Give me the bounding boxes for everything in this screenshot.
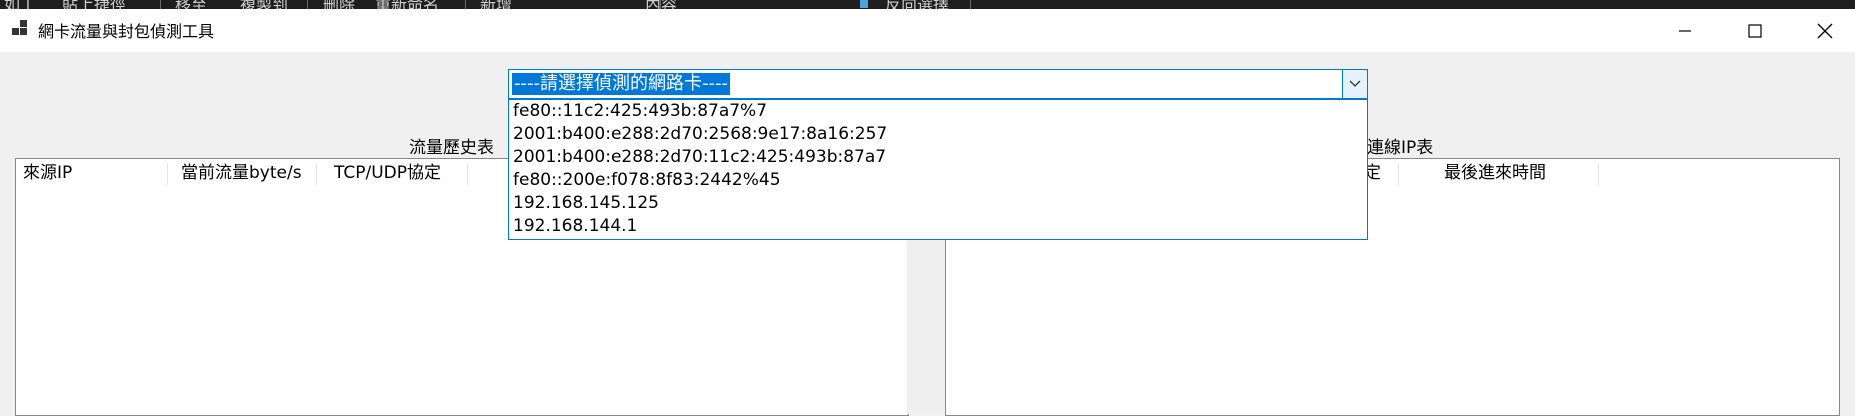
bg-toolbar-separator [970, 0, 971, 9]
bg-toolbar-item: 新增 [480, 0, 512, 9]
adapter-option[interactable]: 192.168.145.125 [509, 192, 1367, 215]
adapter-select[interactable]: ----請選擇偵測的網路卡---- [508, 69, 1368, 99]
connection-ip-label: 連線IP表 [1367, 138, 1434, 158]
bg-toolbar-item: 貼上捷徑 [62, 0, 126, 9]
maximize-icon [1748, 23, 1762, 38]
maximize-button[interactable] [1720, 9, 1790, 52]
column-header-protocol[interactable]: TCP/UDP協定 [334, 159, 441, 188]
bg-toolbar-item: 複製到 [240, 0, 288, 9]
column-divider[interactable] [1598, 163, 1599, 185]
column-divider[interactable] [467, 163, 468, 185]
background-toolbar-strip: 如工 貼上捷徑 移至 複製到 刪除 重新命名 新增 內容 反向選擇 [0, 0, 1855, 9]
minimize-button[interactable] [1650, 9, 1720, 52]
bg-toolbar-item: 如工 [4, 0, 36, 9]
adapter-select-toggle[interactable] [1342, 70, 1367, 98]
window-title: 網卡流量與封包偵測工具 [38, 22, 215, 41]
bg-toolbar-separator [465, 0, 466, 9]
bg-toolbar-item: 重新命名 [375, 0, 439, 9]
column-divider[interactable] [167, 163, 168, 185]
adapter-select-value: ----請選擇偵測的網路卡---- [512, 73, 730, 95]
adapter-option[interactable]: fe80::200e:f078:8f83:2442%45 [509, 169, 1367, 192]
column-divider[interactable] [316, 163, 317, 185]
bg-toolbar-separator [307, 0, 308, 9]
adapter-option[interactable]: 192.168.144.1 [509, 215, 1367, 238]
column-header-last-seen[interactable]: 最後進來時間 [1444, 159, 1546, 188]
adapter-option[interactable]: 2001:b400:e288:2d70:11c2:425:493b:87a7 [509, 146, 1367, 169]
adapter-option[interactable]: 2001:b400:e288:2d70:2568:9e17:8a16:257 [509, 123, 1367, 146]
minimize-icon [1679, 29, 1691, 32]
close-icon [1817, 23, 1833, 38]
adapter-option[interactable]: fe80::11c2:425:493b:87a7%7 [509, 100, 1367, 123]
bg-toolbar-item: 刪除 [323, 0, 355, 9]
app-icon [12, 20, 28, 36]
traffic-history-label: 流量歷史表 [409, 138, 494, 158]
bg-toolbar-separator [160, 0, 161, 9]
column-header-current-traffic[interactable]: 當前流量byte/s [181, 159, 302, 188]
window-titlebar[interactable] [0, 9, 1855, 52]
bg-toolbar-item: 反向選擇 [885, 0, 949, 9]
chevron-down-icon [1349, 80, 1361, 87]
close-button[interactable] [1790, 9, 1855, 52]
select-icon [860, 0, 868, 8]
adapter-dropdown-list[interactable]: fe80::11c2:425:493b:87a7%7 2001:b400:e28… [508, 99, 1368, 240]
column-divider[interactable] [1398, 163, 1399, 185]
bg-toolbar-item: 移至 [175, 0, 207, 9]
bg-toolbar-item: 內容 [645, 0, 677, 9]
column-header-source-ip[interactable]: 來源IP [23, 159, 72, 188]
